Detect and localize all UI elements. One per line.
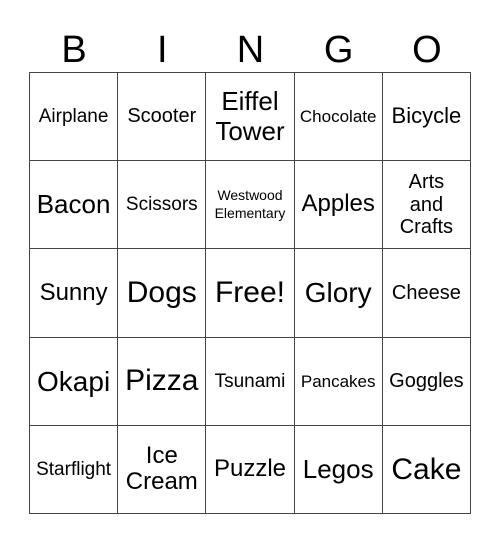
bingo-cell[interactable]: Okapi — [30, 337, 119, 426]
bingo-cell[interactable]: Dogs — [118, 249, 207, 338]
header-letter-o: O — [412, 29, 442, 71]
bingo-cell[interactable]: Bacon — [30, 161, 119, 250]
bingo-cell[interactable]: Glory — [294, 249, 383, 338]
bingo-cell[interactable]: Cheese — [382, 249, 471, 338]
bingo-cell[interactable]: Scooter — [118, 73, 207, 162]
bingo-cell[interactable]: Arts and Crafts — [382, 161, 471, 250]
header-letter-g: G — [323, 29, 354, 71]
bingo-grid: Airplane Scooter Eiffel Tower Chocolate … — [29, 72, 471, 514]
bingo-cell[interactable]: Scissors — [118, 161, 207, 250]
bingo-cell[interactable]: Tsunami — [206, 337, 295, 426]
bingo-cell[interactable]: Chocolate — [294, 73, 383, 162]
bingo-cell[interactable]: Eiffel Tower — [206, 73, 295, 162]
header-letter-i: I — [157, 29, 168, 71]
bingo-cell[interactable]: Ice Cream — [118, 425, 207, 514]
bingo-cell[interactable]: Starflight — [30, 425, 119, 514]
bingo-cell[interactable]: Puzzle — [206, 425, 295, 514]
bingo-header: B I N G O — [30, 28, 472, 72]
bingo-cell[interactable]: Pancakes — [294, 337, 383, 426]
bingo-cell[interactable]: Pizza — [118, 337, 207, 426]
bingo-cell[interactable]: Sunny — [30, 249, 119, 338]
free-space-cell[interactable]: Free! — [206, 249, 295, 338]
bingo-cell[interactable]: Legos — [294, 425, 383, 514]
bingo-cell[interactable]: Apples — [294, 161, 383, 250]
bingo-cell[interactable]: Bicycle — [382, 73, 471, 162]
bingo-cell[interactable]: Goggles — [382, 337, 471, 426]
header-letter-b: B — [61, 29, 87, 71]
bingo-cell[interactable]: Cake — [382, 425, 471, 514]
bingo-cell[interactable]: Westwood Elementary — [206, 161, 295, 250]
bingo-cell[interactable]: Airplane — [30, 73, 119, 162]
header-letter-n: N — [236, 29, 265, 71]
